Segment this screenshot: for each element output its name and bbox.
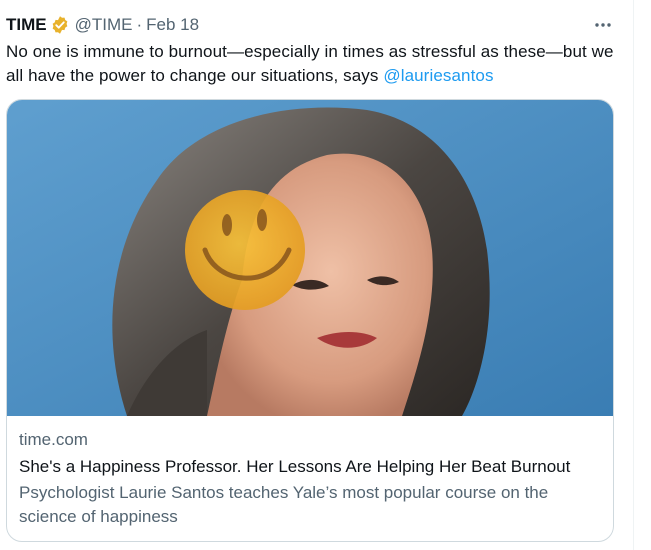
author-handle[interactable]: @TIME bbox=[75, 15, 133, 35]
tweet[interactable]: TIME @TIME · Feb 18 No one is immune to … bbox=[6, 12, 614, 542]
mention-link[interactable]: @lauriesantos bbox=[383, 66, 493, 85]
separator-dot: · bbox=[136, 15, 143, 34]
card-body: time.com She's a Happiness Professor. He… bbox=[7, 416, 613, 541]
tweet-body: No one is immune to burnout—especially i… bbox=[6, 42, 614, 85]
card-domain: time.com bbox=[19, 430, 88, 449]
tweet-date[interactable]: Feb 18 bbox=[146, 15, 199, 35]
link-card[interactable]: time.com She's a Happiness Professor. He… bbox=[6, 99, 614, 542]
author-name[interactable]: TIME bbox=[6, 15, 47, 35]
card-description: Psychologist Laurie Santos teaches Yale’… bbox=[19, 483, 549, 526]
card-headline[interactable]: She's a Happiness Professor. Her Lessons… bbox=[19, 455, 601, 479]
more-options-icon[interactable] bbox=[592, 12, 614, 38]
verified-badge-icon bbox=[50, 15, 70, 35]
tweet-text: No one is immune to burnout—especially i… bbox=[6, 40, 614, 88]
timeline-divider bbox=[633, 0, 634, 550]
card-image[interactable] bbox=[7, 100, 613, 416]
tweet-header: TIME @TIME · Feb 18 bbox=[6, 12, 614, 38]
